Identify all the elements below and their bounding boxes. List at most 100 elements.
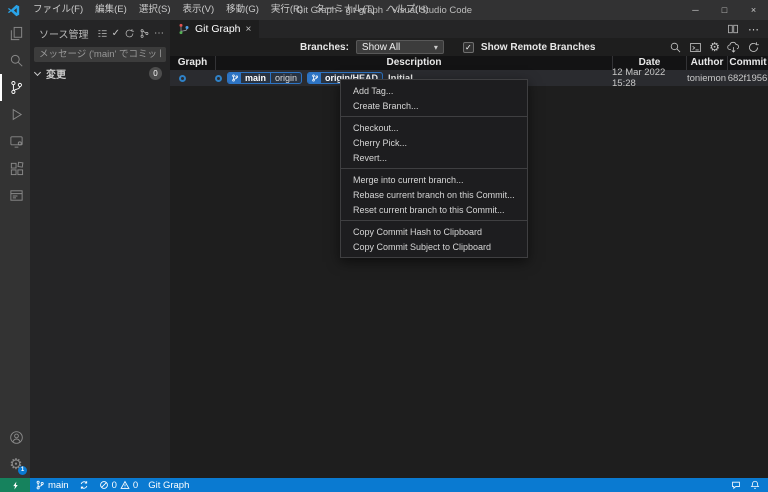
refresh-icon[interactable] bbox=[124, 28, 135, 39]
menu-item-revert[interactable]: Revert... bbox=[341, 150, 527, 165]
sidebar-title: ソース管理 bbox=[39, 30, 89, 41]
terminal-icon[interactable] bbox=[689, 41, 702, 54]
editor-more-actions-icon[interactable]: ⋯ bbox=[748, 23, 759, 36]
menu-edit[interactable]: 編集(E) bbox=[89, 0, 133, 20]
menu-selection[interactable]: 選択(S) bbox=[133, 0, 177, 20]
branch-ref-main[interactable]: main origin bbox=[227, 72, 303, 84]
column-description[interactable]: Description bbox=[215, 56, 612, 70]
lightning-icon bbox=[12, 481, 18, 489]
menu-item-add-tag[interactable]: Add Tag... bbox=[341, 83, 527, 98]
ref-origin-label: origin bbox=[270, 73, 301, 83]
sync-icon bbox=[80, 481, 87, 489]
git-graph-toolbar: Branches: Show All ▾ ✓ Show Remote Branc… bbox=[170, 38, 768, 56]
menu-item-create-branch[interactable]: Create Branch... bbox=[341, 98, 527, 113]
menu-item-copy-subject[interactable]: Copy Commit Subject to Clipboard bbox=[341, 239, 527, 254]
commit-hash: 682f1956 bbox=[727, 72, 768, 84]
ref-main-label: main bbox=[245, 73, 267, 83]
chevron-down-icon bbox=[33, 68, 42, 76]
commit-check-icon[interactable]: ✓ bbox=[112, 28, 120, 39]
close-button[interactable]: × bbox=[739, 0, 768, 20]
extensions-icon[interactable] bbox=[0, 155, 30, 182]
menu-item-copy-hash[interactable]: Copy Commit Hash to Clipboard bbox=[341, 224, 527, 239]
branches-dropdown-value: Show All bbox=[361, 41, 401, 53]
status-branch-label: main bbox=[48, 479, 69, 491]
source-control-sidebar: ソース管理 ✓ ⋯ 変更 0 bbox=[30, 20, 170, 478]
status-bar-right bbox=[731, 480, 768, 490]
commit-context-menu: Add Tag... Create Branch... Checkout... … bbox=[340, 79, 528, 258]
find-icon[interactable] bbox=[669, 41, 682, 54]
menu-item-checkout[interactable]: Checkout... bbox=[341, 120, 527, 135]
menu-item-reset[interactable]: Reset current branch to this Commit... bbox=[341, 202, 527, 217]
remote-indicator[interactable] bbox=[0, 478, 30, 492]
minimize-button[interactable]: ─ bbox=[681, 0, 710, 20]
refresh-graph-icon[interactable] bbox=[747, 41, 760, 54]
commit-graph-cell bbox=[170, 70, 215, 86]
menu-item-cherry-pick[interactable]: Cherry Pick... bbox=[341, 135, 527, 150]
branches-dropdown[interactable]: Show All ▾ bbox=[355, 40, 444, 54]
column-author[interactable]: Author bbox=[686, 56, 727, 70]
status-bar: main 0 0 Git Graph bbox=[0, 478, 768, 492]
tab-close-icon[interactable]: × bbox=[246, 24, 252, 35]
tab-label: Git Graph bbox=[195, 23, 241, 35]
titlebar: ファイル(F) 編集(E) 選択(S) 表示(V) 移動(G) 実行(R) ター… bbox=[0, 0, 768, 20]
split-editor-icon[interactable] bbox=[727, 23, 739, 35]
column-commit[interactable]: Commit bbox=[727, 56, 768, 70]
window-title: Git Graph - git-graph - Visual Studio Co… bbox=[295, 4, 473, 16]
feedback-icon[interactable] bbox=[731, 480, 741, 490]
menu-separator bbox=[341, 168, 527, 169]
warnings-count: 0 bbox=[132, 479, 139, 491]
menu-item-merge[interactable]: Merge into current branch... bbox=[341, 172, 527, 187]
branch-icon bbox=[36, 480, 44, 490]
changes-section-header[interactable]: 変更 0 bbox=[30, 65, 170, 81]
run-debug-icon[interactable] bbox=[0, 101, 30, 128]
activity-bar-top bbox=[0, 20, 30, 209]
branches-label: Branches: bbox=[300, 41, 349, 53]
status-git-graph[interactable]: Git Graph bbox=[143, 478, 194, 492]
view-and-sort-icon[interactable] bbox=[97, 28, 108, 39]
commit-author: toniemon bbox=[686, 72, 727, 84]
menu-file[interactable]: ファイル(F) bbox=[27, 0, 89, 20]
search-icon[interactable] bbox=[0, 47, 30, 74]
menu-go[interactable]: 移動(G) bbox=[220, 0, 265, 20]
window-controls: ─ □ × bbox=[681, 0, 768, 20]
settings-gear-icon[interactable]: ⚙ 1 bbox=[0, 451, 30, 478]
tab-git-graph[interactable]: Git Graph × bbox=[170, 20, 260, 38]
commit-date: 12 Mar 2022 15:28 bbox=[612, 67, 666, 89]
sidebar-actions: ✓ ⋯ bbox=[97, 28, 164, 39]
source-control-icon[interactable] bbox=[0, 74, 30, 101]
menu-separator bbox=[341, 116, 527, 117]
more-actions-icon[interactable]: ⋯ bbox=[154, 28, 164, 39]
branch-icon bbox=[228, 73, 241, 83]
show-remote-branches-label: Show Remote Branches bbox=[480, 41, 596, 53]
explorer-icon[interactable] bbox=[0, 20, 30, 47]
activity-bar: ⚙ 1 bbox=[0, 20, 30, 478]
warnings-icon bbox=[120, 480, 130, 489]
status-sync[interactable] bbox=[74, 478, 94, 492]
account-icon[interactable] bbox=[0, 424, 30, 451]
git-graph-action-icon[interactable] bbox=[139, 28, 150, 39]
column-graph[interactable]: Graph bbox=[170, 56, 215, 70]
fetch-remote-icon[interactable] bbox=[727, 41, 740, 54]
menu-separator bbox=[341, 220, 527, 221]
status-git-graph-label: Git Graph bbox=[148, 479, 190, 491]
status-branch[interactable]: main bbox=[30, 478, 74, 492]
menu-view[interactable]: 表示(V) bbox=[176, 0, 220, 20]
menu-item-rebase[interactable]: Rebase current branch on this Commit... bbox=[341, 187, 527, 202]
changes-count-badge: 0 bbox=[149, 66, 162, 80]
git-graph-settings-icon[interactable]: ⚙ bbox=[709, 41, 720, 53]
commit-node-icon bbox=[179, 74, 186, 82]
activity-bar-bottom: ⚙ 1 bbox=[0, 424, 30, 478]
git-graph-tools: ⚙ bbox=[669, 38, 760, 56]
errors-icon bbox=[99, 481, 108, 489]
editor-actions: ⋯ bbox=[718, 20, 768, 38]
errors-count: 0 bbox=[111, 479, 117, 491]
extension-panel-icon[interactable] bbox=[0, 182, 30, 209]
changes-label: 変更 bbox=[46, 69, 66, 81]
remote-explorer-icon[interactable] bbox=[0, 128, 30, 155]
notifications-bell-icon[interactable] bbox=[750, 480, 760, 490]
maximize-button[interactable]: □ bbox=[710, 0, 739, 20]
vscode-logo-icon bbox=[7, 4, 20, 17]
commit-message-input[interactable] bbox=[34, 47, 166, 62]
show-remote-branches-checkbox[interactable]: ✓ bbox=[462, 41, 474, 53]
status-problems[interactable]: 0 0 bbox=[94, 478, 144, 492]
